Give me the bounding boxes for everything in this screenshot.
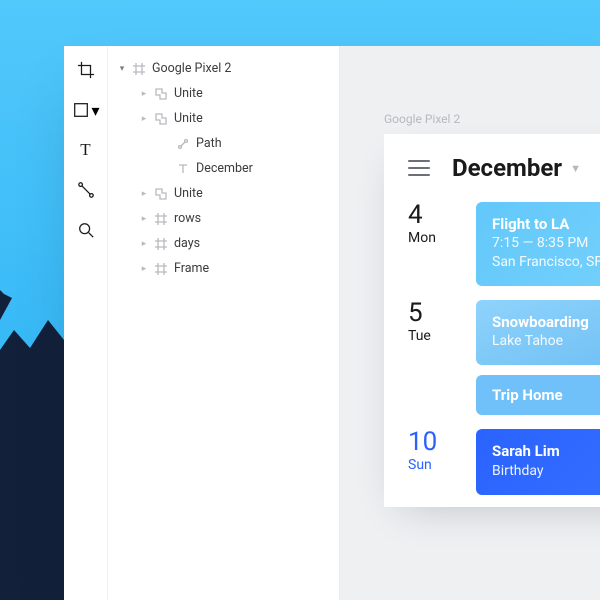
pen-icon <box>77 181 95 199</box>
event-detail: San Francisco, SFO <box>492 253 600 272</box>
day-number: 10 <box>408 429 454 455</box>
design-app-window: ▾ T ▾ Google Pixel 2 ▸ Unite ▸ Unite Path Dec… <box>64 46 600 600</box>
text-tool[interactable]: T <box>76 140 96 160</box>
day-date[interactable]: 4 Mon <box>408 202 454 286</box>
frame-icon <box>154 262 168 276</box>
hamburger-icon[interactable] <box>408 160 430 176</box>
union-icon <box>154 187 168 201</box>
day-of-week: Mon <box>408 230 454 246</box>
day-date[interactable]: 10 Sun <box>408 429 454 494</box>
chevron-right-icon: ▸ <box>140 239 148 249</box>
artboard-label[interactable]: Google Pixel 2 <box>384 112 460 126</box>
layer-row[interactable]: December <box>108 156 339 181</box>
day-of-week: Sun <box>408 457 454 473</box>
artboard[interactable]: December ▼ 4 Mon Flight to LA7:15 — 8:35 P… <box>384 134 600 507</box>
square-icon <box>72 101 90 119</box>
chevron-right-icon: ▸ <box>140 264 148 274</box>
search-tool[interactable] <box>76 220 96 240</box>
layer-row[interactable]: ▸ rows <box>108 206 339 231</box>
layer-label: Unite <box>174 186 203 201</box>
event-title: Trip Home <box>492 385 600 405</box>
crop-tool[interactable] <box>76 60 96 80</box>
month-picker[interactable]: December ▼ <box>452 154 581 182</box>
day-block: 5 Tue SnowboardingLake Tahoe Trip Home <box>384 298 600 427</box>
chevron-down-icon: ▾ <box>118 64 126 74</box>
chevron-down-icon: ▼ <box>570 162 581 175</box>
layer-row[interactable]: ▸ Unite <box>108 181 339 206</box>
event-title: Sarah Lim <box>492 441 600 461</box>
layer-row-root[interactable]: ▾ Google Pixel 2 <box>108 56 339 81</box>
pen-tool[interactable] <box>76 180 96 200</box>
union-icon <box>154 112 168 126</box>
text-icon: T <box>76 140 96 160</box>
event-subtitle: Birthday <box>492 462 600 481</box>
event-card[interactable]: Trip Home <box>476 375 600 415</box>
chevron-right-icon: ▸ <box>140 114 148 124</box>
event-card[interactable]: Sarah LimBirthday <box>476 429 600 494</box>
search-icon <box>77 221 95 239</box>
layer-row[interactable]: ▸ days <box>108 231 339 256</box>
crop-icon <box>77 61 95 79</box>
event-subtitle: 7:15 — 8:35 PM <box>492 234 600 253</box>
layer-label: Unite <box>174 111 203 126</box>
day-date[interactable]: 5 Tue <box>408 300 454 415</box>
layer-label: Frame <box>174 261 209 276</box>
text-icon <box>176 162 190 176</box>
layer-label: Path <box>196 136 222 151</box>
chevron-down-icon: ▾ <box>91 101 99 120</box>
layer-row[interactable]: Path <box>108 131 339 156</box>
tool-rail: ▾ T <box>64 46 108 600</box>
day-of-week: Tue <box>408 328 454 344</box>
layer-label: rows <box>174 211 201 226</box>
event-card[interactable]: Flight to LA7:15 — 8:35 PMSan Francisco,… <box>476 202 600 286</box>
event-title: Snowboarding <box>492 312 600 332</box>
layer-label: Google Pixel 2 <box>152 61 231 76</box>
day-number: 5 <box>408 300 454 326</box>
layers-panel: ▾ Google Pixel 2 ▸ Unite ▸ Unite Path Decembe… <box>108 46 340 600</box>
day-number: 4 <box>408 202 454 228</box>
layer-row[interactable]: ▸ Frame <box>108 256 339 281</box>
chevron-right-icon: ▸ <box>140 214 148 224</box>
artboard-header: December ▼ <box>384 134 600 200</box>
event-title: Flight to LA <box>492 214 600 234</box>
canvas[interactable]: Google Pixel 2 December ▼ 4 Mon Flight to … <box>340 46 600 600</box>
layer-label: days <box>174 236 200 251</box>
frame-icon <box>154 212 168 226</box>
month-label: December <box>452 154 562 182</box>
frame-icon <box>132 62 146 76</box>
event-card[interactable]: SnowboardingLake Tahoe <box>476 300 600 365</box>
chevron-right-icon: ▸ <box>140 189 148 199</box>
path-icon <box>176 137 190 151</box>
layer-label: Unite <box>174 86 203 101</box>
layer-row[interactable]: ▸ Unite <box>108 106 339 131</box>
union-icon <box>154 87 168 101</box>
frame-icon <box>154 237 168 251</box>
chevron-right-icon: ▸ <box>140 89 148 99</box>
day-block: 10 Sun Sarah LimBirthday <box>384 427 600 506</box>
event-subtitle: Lake Tahoe <box>492 332 600 351</box>
shape-tool[interactable]: ▾ <box>71 100 99 120</box>
layer-label: December <box>196 161 253 176</box>
layer-row[interactable]: ▸ Unite <box>108 81 339 106</box>
day-block: 4 Mon Flight to LA7:15 — 8:35 PMSan Franci… <box>384 200 600 298</box>
